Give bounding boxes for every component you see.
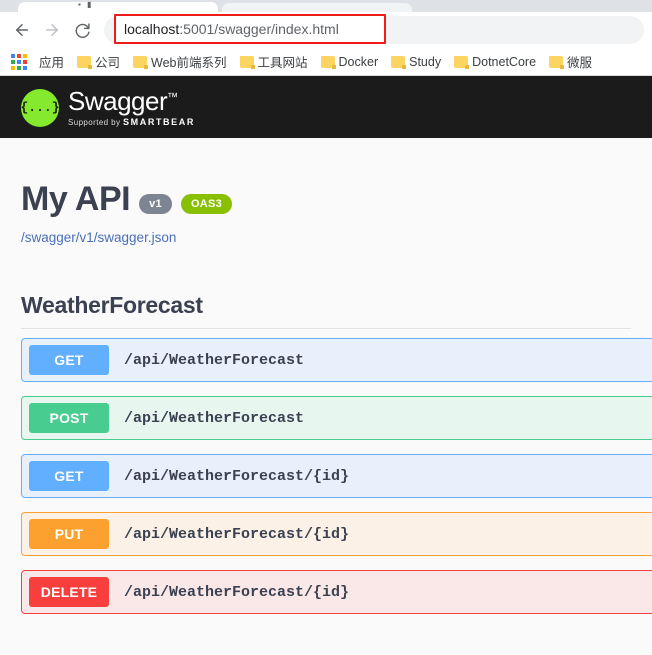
api-info-block: My API v1 OAS3 /swagger/v1/swagger.json	[0, 138, 652, 245]
bookmark-label: 应用	[39, 56, 65, 70]
bookmark-apps[interactable]: 应用	[35, 50, 70, 73]
bookmarks-bar: 应用 公司 Web前端系列 工具网站 Docker Study DotnetCo…	[0, 48, 652, 76]
section-divider	[21, 328, 631, 329]
tag-section-title[interactable]: WeatherForecast	[21, 292, 631, 319]
bookmark-item-2[interactable]: 工具网站	[236, 50, 314, 73]
bookmark-label: 微服	[567, 56, 593, 70]
operation-path: /api/WeatherForecast/{id}	[124, 525, 350, 543]
oas-version-badge: OAS3	[180, 193, 233, 214]
reload-icon[interactable]	[68, 16, 96, 44]
swagger-json-link[interactable]: /swagger/v1/swagger.json	[21, 230, 631, 245]
folder-icon	[133, 55, 149, 69]
swagger-topbar: {...} Swagger™ Supported by SMARTBEAR	[0, 76, 652, 138]
page-title: My API v1 OAS3	[21, 180, 631, 219]
operation-path: /api/WeatherForecast	[124, 409, 305, 427]
browser-tab-strip[interactable]: ▪ ▮	[0, 0, 652, 12]
swagger-logo-subtitle: Supported by SMARTBEAR	[68, 116, 195, 127]
apps-grid-icon[interactable]	[8, 53, 30, 71]
method-badge: DELETE	[29, 577, 109, 607]
browser-toolbar: localhost:5001/swagger/index.html	[0, 12, 652, 48]
bookmark-label: Study	[409, 54, 442, 69]
forward-arrow-icon[interactable]	[38, 16, 66, 44]
method-badge: GET	[29, 345, 109, 375]
swagger-braces-icon: {...}	[21, 88, 60, 127]
operations-list: GET /api/WeatherForecast POST /api/Weath…	[21, 338, 652, 614]
operation-row-put-update[interactable]: PUT /api/WeatherForecast/{id}	[21, 512, 652, 556]
url-host: localhost	[124, 21, 180, 37]
folder-icon	[239, 55, 255, 69]
operation-path: /api/WeatherForecast/{id}	[124, 467, 350, 485]
api-version-badge: v1	[139, 193, 172, 214]
operation-path: /api/WeatherForecast/{id}	[124, 583, 350, 601]
url-annotation-box: localhost:5001/swagger/index.html	[114, 14, 386, 44]
swagger-logo[interactable]: {...} Swagger™ Supported by SMARTBEAR	[21, 88, 195, 127]
bookmark-label: 工具网站	[257, 56, 308, 70]
folder-icon	[77, 55, 93, 69]
folder-icon	[320, 55, 336, 69]
operation-row-post-create[interactable]: POST /api/WeatherForecast	[21, 396, 652, 440]
bookmark-item-3[interactable]: Docker	[317, 53, 385, 71]
url-path: :5001/swagger/index.html	[179, 21, 339, 37]
operation-path: /api/WeatherForecast	[124, 351, 305, 369]
folder-icon	[549, 55, 565, 69]
bookmark-item-4[interactable]: Study	[387, 53, 447, 71]
swagger-wordmark: Swagger™ Supported by SMARTBEAR	[68, 88, 195, 127]
tab-favicons: ▪ ▮	[78, 0, 94, 9]
browser-tab-inactive[interactable]	[222, 3, 412, 12]
browser-tab-active[interactable]	[18, 2, 218, 12]
bookmark-label: 公司	[95, 56, 121, 70]
bookmark-item-6[interactable]: 微服	[545, 50, 598, 73]
swagger-ui-page: {...} Swagger™ Supported by SMARTBEAR My…	[0, 76, 652, 654]
bookmark-label: Web前端系列	[151, 56, 227, 70]
address-bar-url-highlighted: localhost:5001/swagger/index.html	[124, 21, 339, 37]
back-arrow-icon[interactable]	[8, 16, 36, 44]
method-badge: PUT	[29, 519, 109, 549]
trademark-mark: ™	[167, 90, 178, 103]
folder-icon	[391, 55, 407, 69]
bookmark-label: Docker	[338, 54, 379, 69]
method-badge: POST	[29, 403, 109, 433]
operation-row-get-by-id[interactable]: GET /api/WeatherForecast/{id}	[21, 454, 652, 498]
operation-row-delete[interactable]: DELETE /api/WeatherForecast/{id}	[21, 570, 652, 614]
smartbear-brand: SMARTBEAR	[123, 116, 195, 127]
swagger-logo-word: Swagger™	[68, 85, 178, 116]
folder-icon	[454, 55, 470, 69]
bookmark-item-1[interactable]: Web前端系列	[129, 50, 232, 73]
bookmark-label: DotnetCore	[472, 54, 537, 69]
method-badge: GET	[29, 461, 109, 491]
operation-row-get-list[interactable]: GET /api/WeatherForecast	[21, 338, 652, 382]
api-title-text: My API	[21, 180, 131, 218]
omnibox-container[interactable]: localhost:5001/swagger/index.html	[104, 14, 644, 44]
bookmark-item-5[interactable]: DotnetCore	[450, 53, 542, 71]
bookmark-item-0[interactable]: 公司	[73, 50, 126, 73]
